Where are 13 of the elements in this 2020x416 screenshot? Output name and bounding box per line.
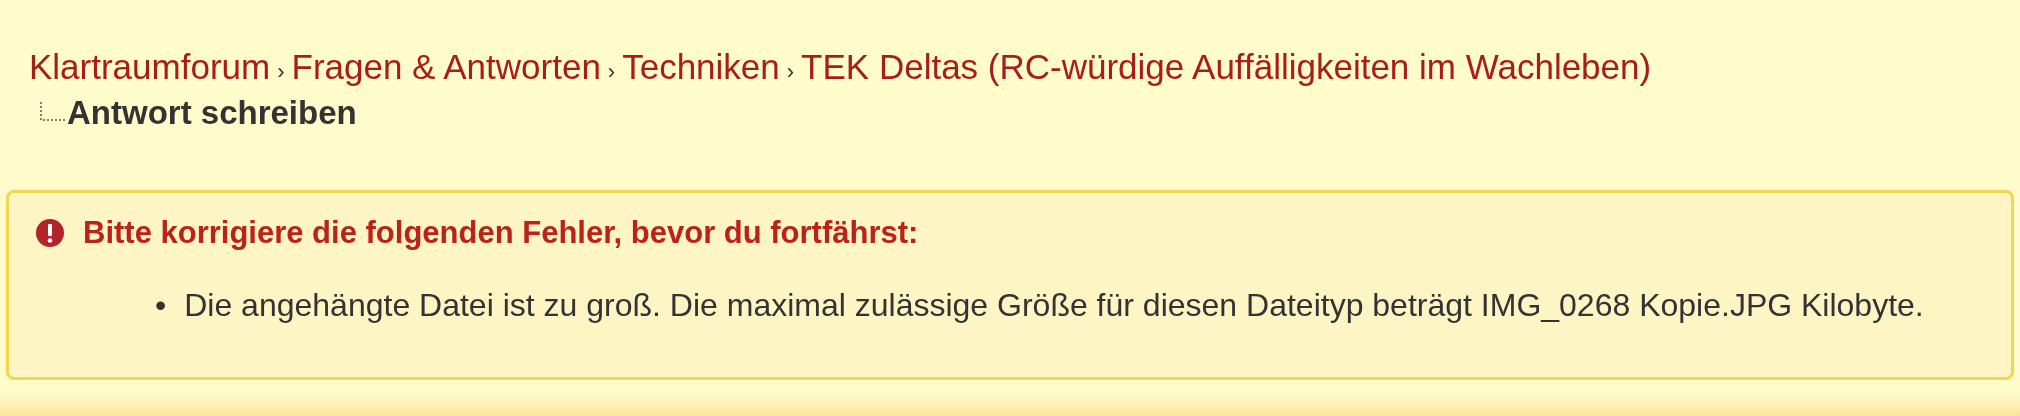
error-title: Bitte korrigiere die folgenden Fehler, bevor du fortfährst: xyxy=(83,215,919,251)
breadcrumb-separator: › xyxy=(607,58,616,86)
breadcrumb-link[interactable]: TEK Deltas (RC-würdige Auffälligkeiten im Wachleben) xyxy=(801,46,1652,88)
bullet: • xyxy=(155,286,167,325)
breadcrumb-separator: › xyxy=(277,58,285,86)
tree-connector-icon xyxy=(39,101,67,123)
breadcrumb-separator: › xyxy=(786,58,795,86)
breadcrumb-link[interactable]: Fragen & Antworten xyxy=(291,46,601,88)
error-message: Die angehängte Datei ist zu groß. Die maximal zulässige Größe für diesen Dateityp beträgt IMG_0268 Kopie.JPG Kilobyte. xyxy=(184,286,1924,325)
breadcrumb-link[interactable]: Techniken xyxy=(622,46,780,88)
error-icon xyxy=(35,218,65,248)
page-heading: Antwort schreiben xyxy=(67,93,357,133)
breadcrumb-link[interactable]: Klartraumforum xyxy=(29,46,271,88)
